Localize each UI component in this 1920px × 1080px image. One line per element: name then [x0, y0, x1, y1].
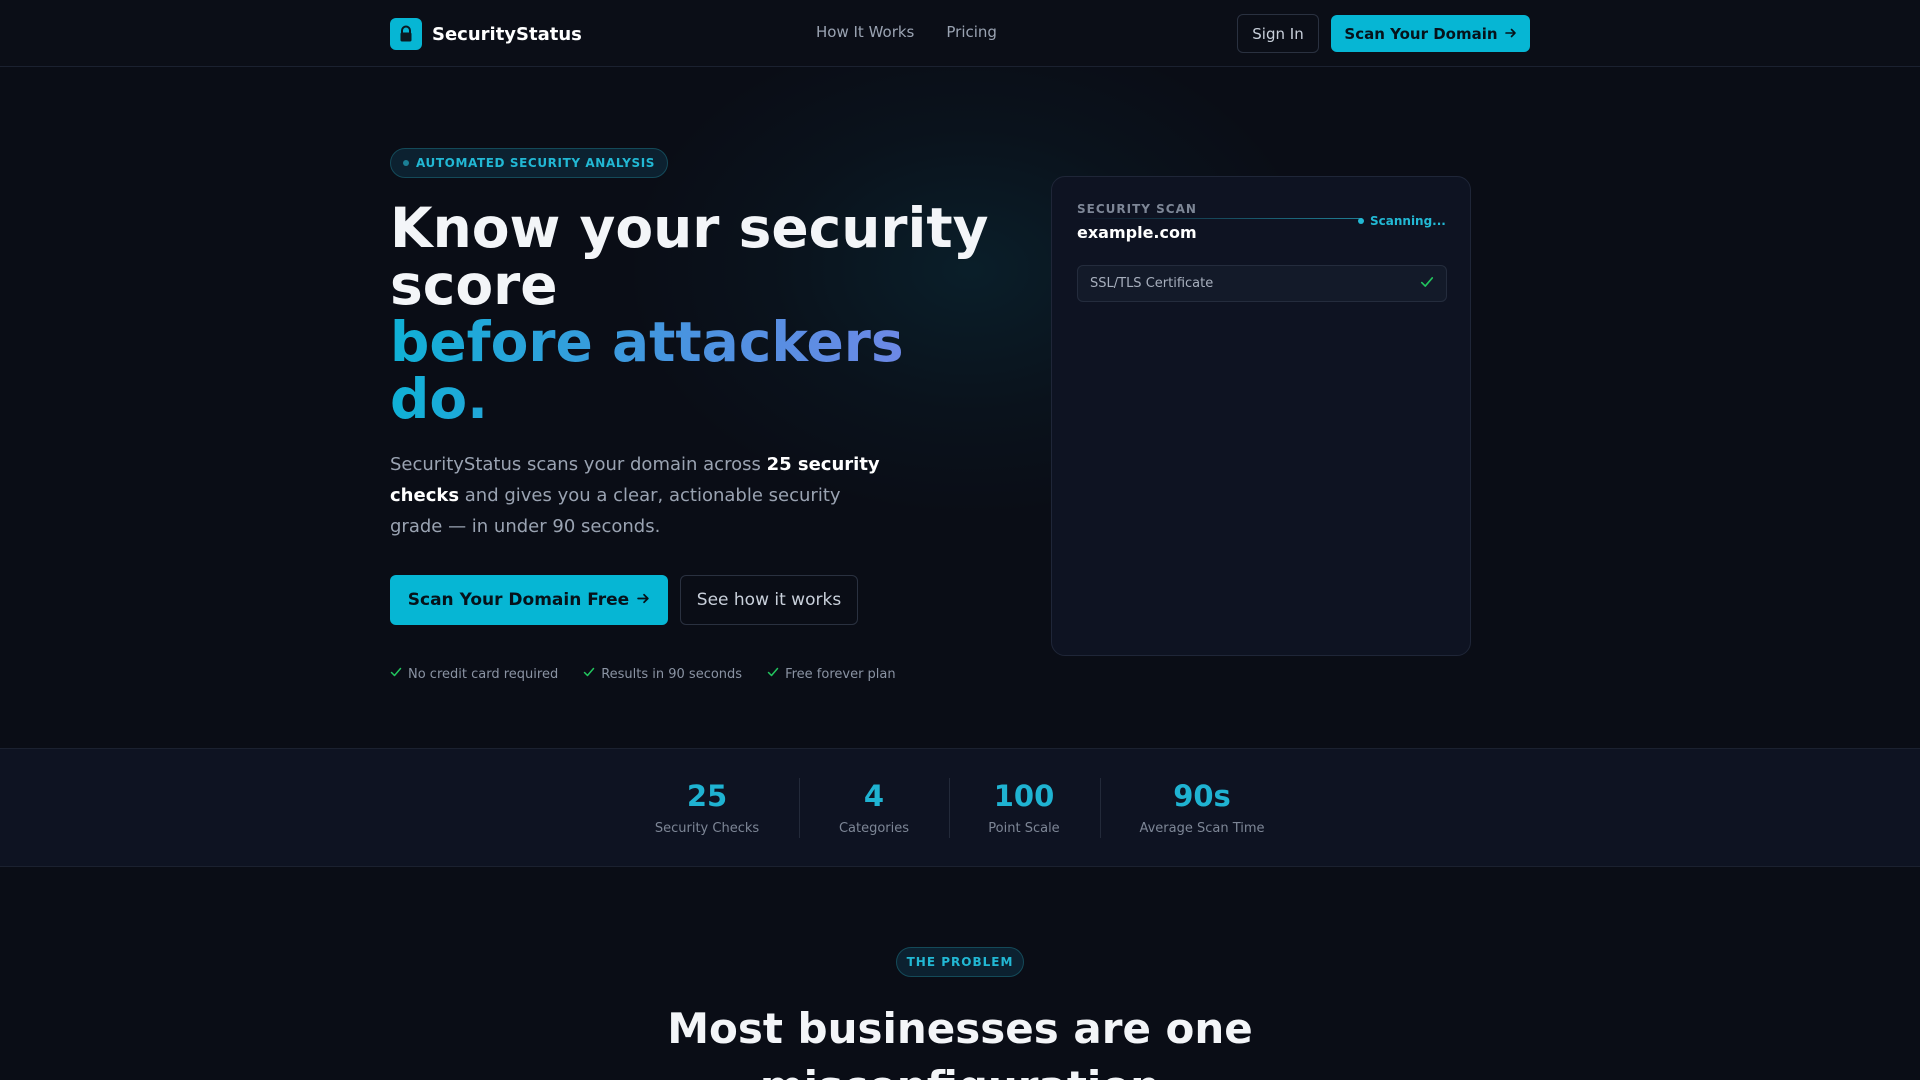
hero-desc-pre: SecurityStatus scans your domain across — [390, 454, 767, 475]
nav-link-how-it-works[interactable]: How It Works — [816, 23, 914, 41]
stat-security-checks: 25 Security Checks — [636, 779, 778, 836]
scan-domain-label: Scan Your Domain — [1344, 24, 1498, 43]
perk-item: Free forever plan — [767, 666, 896, 682]
top-nav: SecurityStatus How It Works Pricing Sign… — [0, 0, 1920, 67]
check-icon — [1420, 275, 1434, 293]
check-icon — [767, 666, 779, 682]
hero-badge: AUTOMATED SECURITY ANALYSIS — [390, 148, 669, 178]
hero-title: Know your security score before attacker… — [390, 200, 990, 428]
problem-title: Most businesses are one misconfiguration — [667, 1004, 1253, 1080]
stat-divider — [1100, 778, 1101, 838]
arrow-right-icon — [637, 590, 650, 610]
arrow-right-icon — [1504, 25, 1517, 43]
stat-label: Security Checks — [654, 821, 760, 836]
perk-item: Results in 90 seconds — [583, 666, 742, 682]
stat-divider — [799, 778, 800, 838]
scan-domain-free-label: Scan Your Domain Free — [407, 590, 630, 610]
hero-badge-label: AUTOMATED SECURITY ANALYSIS — [416, 156, 656, 170]
stat-label: Point Scale — [988, 821, 1060, 836]
stat-categories: 4 Categories — [824, 779, 924, 836]
scan-status: Scanning... — [1358, 214, 1446, 228]
stat-divider — [949, 778, 950, 838]
hero-title-accent: before attackers do. — [390, 314, 990, 428]
check-icon — [390, 666, 402, 682]
scan-progress-line — [1077, 218, 1362, 219]
check-row: SSL/TLS Certificate — [1077, 265, 1447, 302]
scan-domain: example.com — [1077, 223, 1197, 242]
perks-list: No credit card required Results in 90 se… — [390, 666, 896, 682]
nav-links: How It Works Pricing — [816, 23, 997, 41]
sign-in-button[interactable]: Sign In — [1237, 14, 1319, 53]
perk-label: Free forever plan — [785, 666, 896, 682]
security-scan-card: SECURITY SCAN example.com Scanning... SS… — [1051, 176, 1471, 656]
scan-domain-button[interactable]: Scan Your Domain — [1331, 15, 1530, 52]
check-icon — [583, 666, 595, 682]
stat-label: Average Scan Time — [1139, 821, 1265, 836]
stat-point-scale: 100 Point Scale — [974, 779, 1074, 836]
brand-name: SecurityStatus — [432, 23, 582, 45]
scan-domain-free-button[interactable]: Scan Your Domain Free — [390, 575, 668, 625]
perk-label: Results in 90 seconds — [601, 666, 743, 682]
stat-value: 100 — [993, 779, 1055, 813]
lock-icon — [390, 18, 422, 50]
see-how-it-works-button[interactable]: See how it works — [680, 575, 858, 625]
hero-description: SecurityStatus scans your domain across … — [390, 449, 890, 542]
brand[interactable]: SecurityStatus — [390, 18, 582, 50]
stat-label: Categories — [838, 821, 910, 836]
scan-status-label: Scanning... — [1370, 214, 1446, 228]
perk-label: No credit card required — [408, 666, 559, 682]
stat-value: 4 — [863, 779, 885, 813]
scan-card-label: SECURITY SCAN — [1077, 202, 1197, 216]
nav-link-pricing[interactable]: Pricing — [946, 23, 997, 41]
dot-icon — [403, 160, 409, 166]
status-dot-icon — [1358, 218, 1364, 224]
perk-item: No credit card required — [390, 666, 558, 682]
hero-title-main: Know your security score — [390, 196, 989, 317]
stat-value: 90s — [1173, 779, 1231, 813]
problem-badge: THE PROBLEM — [896, 947, 1024, 977]
check-name: SSL/TLS Certificate — [1090, 276, 1214, 291]
stats-bar: 25 Security Checks 4 Categories 100 Poin… — [0, 748, 1920, 867]
stat-average-scan-time: 90s Average Scan Time — [1126, 779, 1278, 836]
stat-value: 25 — [686, 779, 728, 813]
